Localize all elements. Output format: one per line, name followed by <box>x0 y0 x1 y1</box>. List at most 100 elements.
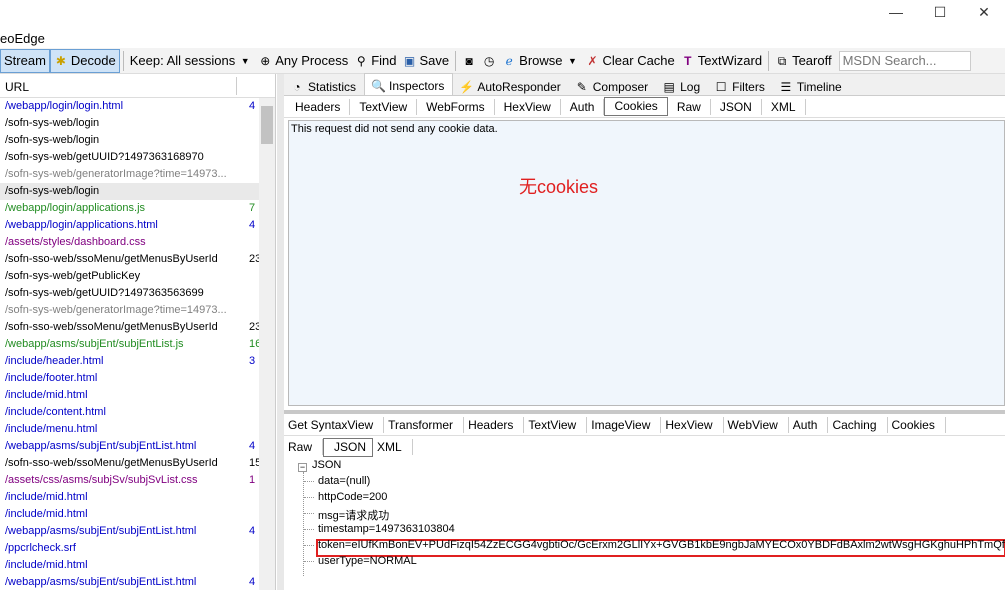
tab-imageview[interactable]: ImageView <box>587 416 662 433</box>
json-node[interactable]: token=eIUfKmBonEV+PUdFizqI54ZzECGG4vgbti… <box>318 539 1005 551</box>
session-row[interactable]: /include/mid.html <box>0 506 259 523</box>
scrollbar-thumb[interactable] <box>261 106 273 144</box>
session-row[interactable]: /sofn-sys-web/login <box>0 115 259 132</box>
tab-timeline[interactable]: ☰ Timeline <box>773 75 850 95</box>
session-row[interactable]: /sofn-sys-web/generatorImage?time=14973.… <box>0 166 259 183</box>
panel-splitter[interactable] <box>277 74 284 590</box>
session-row[interactable]: /include/content.html <box>0 404 259 421</box>
tab-get-syntaxview[interactable]: Get SyntaxView <box>284 416 385 433</box>
session-row[interactable]: /sofn-sys-web/login <box>0 183 259 200</box>
autoresponder-icon: ⚡ <box>459 79 475 94</box>
app-title: eoEdge <box>0 31 45 46</box>
tab-statistics[interactable]: ◔ Statistics <box>284 75 364 95</box>
session-row[interactable]: /sofn-sys-web/login <box>0 132 259 149</box>
tab-raw[interactable]: Raw <box>668 98 711 115</box>
tab-webview[interactable]: WebView <box>724 416 789 433</box>
tab-log[interactable]: ▤ Log <box>656 75 708 95</box>
session-url: /sofn-sys-web/login <box>5 185 100 197</box>
tab-composer[interactable]: ✎ Composer <box>569 75 656 95</box>
session-scrollbar[interactable] <box>259 98 275 590</box>
find-button[interactable]: ⚲ Find <box>351 49 399 73</box>
session-row[interactable]: /sofn-sys-web/getUUID?1497363168970 <box>0 149 259 166</box>
json-node[interactable]: msg=请求成功 <box>318 507 389 523</box>
json-node[interactable]: userType=NORMAL <box>318 555 417 567</box>
tab-json[interactable]: JSON <box>323 437 374 457</box>
tab-xml[interactable]: XML <box>762 98 806 115</box>
session-row[interactable]: /include/mid.html <box>0 557 259 574</box>
tab-hexview[interactable]: HexView <box>661 416 724 433</box>
session-row[interactable]: /webapp/login/login.html 4 <box>0 98 259 115</box>
session-row[interactable]: /ppcrlcheck.srf <box>0 540 259 557</box>
tab-autoresponder[interactable]: ⚡ AutoResponder <box>453 75 568 95</box>
close-button[interactable]: ✕ <box>972 4 996 22</box>
collapse-icon[interactable]: − <box>298 463 307 472</box>
session-row[interactable]: /webapp/login/applications.html 4 <box>0 217 259 234</box>
json-node[interactable]: httpCode=200 <box>318 491 387 503</box>
request-message: This request did not send any cookie dat… <box>291 123 498 135</box>
session-row[interactable]: /sofn-sso-web/ssoMenu/getMenusByUserId 15 <box>0 455 259 472</box>
session-row[interactable]: /assets/styles/dashboard.css <box>0 234 259 251</box>
tab-hexview[interactable]: HexView <box>495 98 561 115</box>
session-row[interactable]: /include/mid.html <box>0 387 259 404</box>
main-tabs: ◔ Statistics 🔍 Inspectors ⚡ AutoResponder ✎ Com… <box>284 73 1005 96</box>
tab-headers[interactable]: Headers <box>286 98 351 115</box>
session-row[interactable]: /assets/css/asms/subjSv/subjSvList.css 1 <box>0 472 259 489</box>
tab-json[interactable]: JSON <box>711 98 762 115</box>
stream-button[interactable]: Stream <box>0 48 50 73</box>
screenshot-button[interactable]: ◙ <box>459 49 479 73</box>
any-process-button[interactable]: ⊕ Any Process <box>255 49 351 73</box>
session-row[interactable]: /sofn-sys-web/getUUID?1497363563699 <box>0 285 259 302</box>
tab-raw[interactable]: Raw <box>284 439 324 455</box>
session-row[interactable]: /webapp/asms/subjEnt/subjEntList.html 4 <box>0 438 259 455</box>
session-row[interactable]: /sofn-sso-web/ssoMenu/getMenusByUserId 23 <box>0 251 259 268</box>
minimize-button[interactable]: — <box>884 4 908 22</box>
session-row[interactable]: /webapp/asms/subjEnt/subjEntList.js 16 <box>0 336 259 353</box>
session-row[interactable]: /webapp/asms/subjEnt/subjEntList.html 4 <box>0 574 259 591</box>
tab-transformer[interactable]: Transformer <box>384 416 465 433</box>
tab-webforms[interactable]: WebForms <box>417 98 495 115</box>
toolbar-separator <box>455 50 457 71</box>
tab-textview[interactable]: TextView <box>524 416 588 433</box>
tab-label: Filters <box>732 79 765 94</box>
msdn-search-input[interactable]: MSDN Search... <box>838 50 971 71</box>
tab-headers[interactable]: Headers <box>464 416 525 433</box>
session-row[interactable]: /webapp/asms/subjEnt/subjEntList.html 4 <box>0 523 259 540</box>
session-row[interactable]: /sofn-sys-web/generatorImage?time=14973.… <box>0 302 259 319</box>
keep-sessions-dropdown[interactable]: Keep: All sessions ▼ <box>127 49 256 73</box>
tab-filters[interactable]: ☐ Filters <box>708 75 773 95</box>
session-url: /sofn-sso-web/ssoMenu/getMenusByUserId <box>5 321 218 333</box>
session-row[interactable]: /include/header.html 3 <box>0 353 259 370</box>
tab-xml[interactable]: XML <box>373 439 413 455</box>
tab-auth[interactable]: Auth <box>789 416 829 433</box>
tab-caching[interactable]: Caching <box>828 416 888 433</box>
tab-textview[interactable]: TextView <box>350 98 418 115</box>
toolbar: Stream ✱ Decode Keep: All sessions ▼ ⊕ Any … <box>0 48 1005 74</box>
tab-auth[interactable]: Auth <box>561 98 605 115</box>
json-node[interactable]: data=(null) <box>318 475 370 487</box>
browse-button[interactable]: ℯ Browse ▼ <box>499 49 582 73</box>
clear-cache-button[interactable]: ✗ Clear Cache <box>583 49 678 73</box>
session-url: /include/content.html <box>5 406 106 418</box>
json-node[interactable]: timestamp=1497363103804 <box>318 523 455 535</box>
session-row[interactable]: /sofn-sso-web/ssoMenu/getMenusByUserId 23 <box>0 319 259 336</box>
tab-inspectors[interactable]: 🔍 Inspectors <box>364 73 454 95</box>
tearoff-button[interactable]: ⧉ Tearoff <box>772 49 835 73</box>
session-row[interactable]: /include/footer.html <box>0 370 259 387</box>
session-size: 15 <box>249 457 259 469</box>
tab-cookies[interactable]: Cookies <box>888 416 946 433</box>
json-root-node[interactable]: JSON <box>312 459 341 471</box>
url-column-header[interactable]: URL <box>0 74 275 98</box>
session-row[interactable]: /sofn-sys-web/getPublicKey <box>0 268 259 285</box>
maximize-button[interactable]: ☐ <box>928 4 952 22</box>
tab-cookies[interactable]: Cookies <box>604 97 668 116</box>
save-button[interactable]: ▣ Save <box>400 49 453 73</box>
decode-button[interactable]: ✱ Decode <box>49 48 120 73</box>
textwizard-button[interactable]: T TextWizard <box>678 49 765 73</box>
session-row[interactable]: /include/menu.html <box>0 421 259 438</box>
session-row[interactable]: /include/mid.html <box>0 489 259 506</box>
session-url: /webapp/asms/subjEnt/subjEntList.html <box>5 440 197 452</box>
session-size: 3 <box>249 355 256 367</box>
session-url: /sofn-sys-web/generatorImage?time=14973.… <box>5 304 227 316</box>
timer-button[interactable]: ◷ <box>479 49 499 73</box>
session-row[interactable]: /webapp/login/applications.js 7 <box>0 200 259 217</box>
